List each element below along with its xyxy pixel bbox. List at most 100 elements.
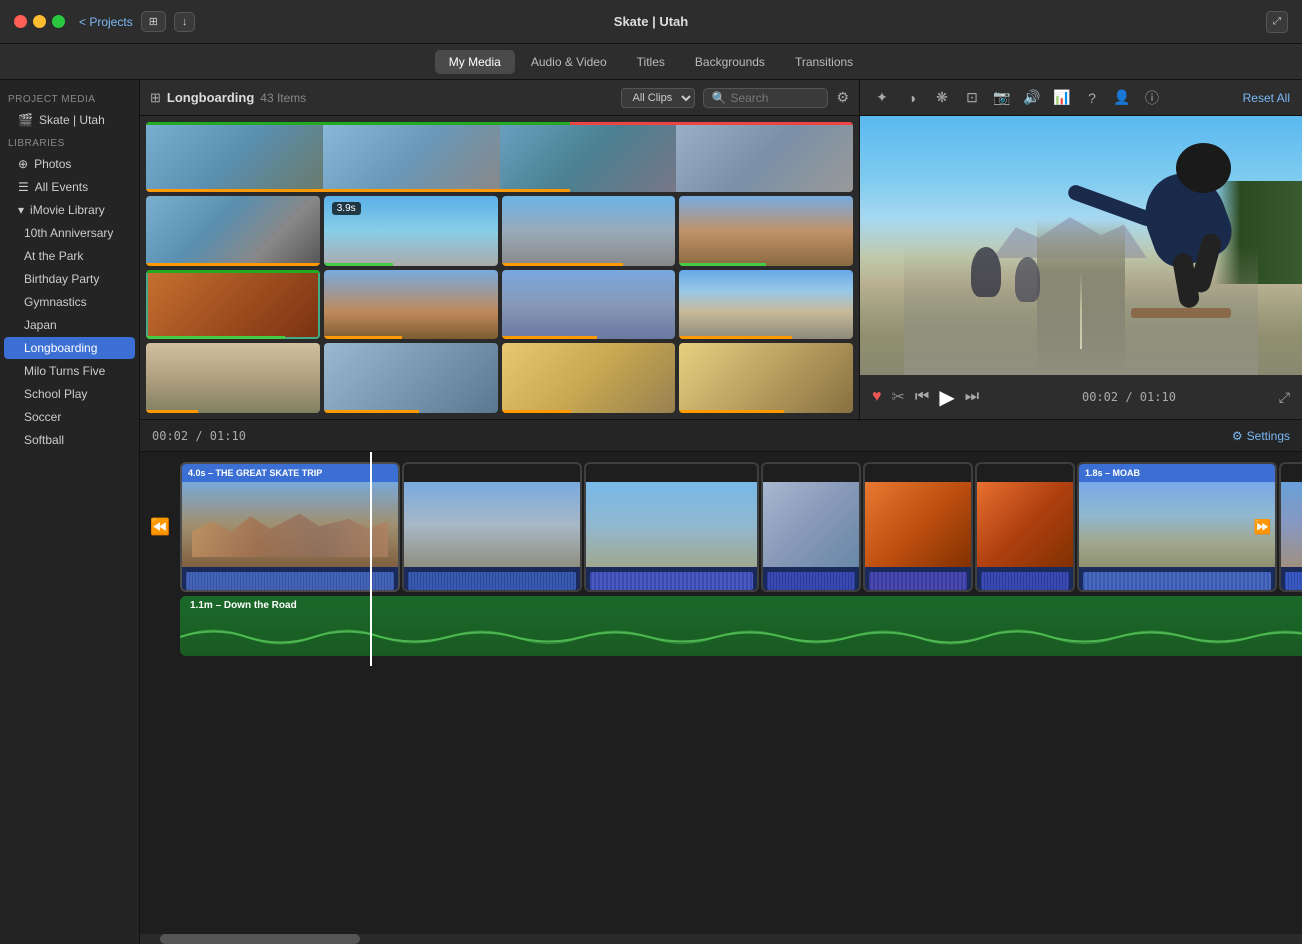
grid-view-icon[interactable]: ⊞: [150, 90, 161, 106]
gear-icon[interactable]: ⚙: [836, 89, 849, 106]
reset-all-button[interactable]: Reset All: [1243, 91, 1290, 105]
search-box: 🔍: [703, 88, 828, 108]
enter-fullscreen-button[interactable]: ⤢: [1266, 11, 1288, 33]
media-thumb-10[interactable]: [146, 343, 320, 413]
camera-icon[interactable]: 📷: [992, 89, 1012, 106]
sidebar-item-soccer[interactable]: Soccer: [4, 406, 135, 428]
storyboard-button[interactable]: ⊞: [141, 11, 166, 32]
sidebar-item-school-play[interactable]: School Play: [4, 383, 135, 405]
all-events-icon: ☰: [18, 180, 29, 194]
back-button[interactable]: < Projects: [79, 15, 133, 29]
sidebar-item-longboarding[interactable]: Longboarding: [4, 337, 135, 359]
audio-clip-main[interactable]: 1.1m – Down the Road: [180, 596, 1302, 656]
media-thumb-13[interactable]: [679, 343, 853, 413]
track-scroll-right-button[interactable]: ⏩: [1254, 519, 1271, 536]
sidebar-item-softball[interactable]: Softball: [4, 429, 135, 451]
film-icon: 🎬: [18, 113, 33, 127]
volume-icon[interactable]: 🔊: [1022, 89, 1042, 106]
tab-backgrounds[interactable]: Backgrounds: [681, 50, 779, 74]
timeline-area: 00:02 / 01:10 ⚙ Settings ⏪: [140, 420, 1302, 944]
sidebar-item-birthday-party[interactable]: Birthday Party: [4, 268, 135, 290]
sidebar-item-milo-turns-five[interactable]: Milo Turns Five: [4, 360, 135, 382]
clip-3-skater[interactable]: [584, 462, 759, 592]
browser-panel: ⊞ Longboarding 43 Items All Clips 🔍 ⚙: [140, 80, 1302, 420]
download-button[interactable]: ↓: [174, 12, 196, 32]
tab-audio-video[interactable]: Audio & Video: [517, 50, 621, 74]
skip-back-button[interactable]: ⏮: [915, 388, 929, 406]
fullscreen-button[interactable]: [52, 15, 65, 28]
timeline-settings-button[interactable]: ⚙ Settings: [1232, 429, 1290, 443]
preview-controls: ♥ ✂ ⏮ ▶ ⏭ 00:02 / 01:10 ⤢: [860, 375, 1302, 419]
photos-icon: ⊕: [18, 157, 28, 171]
media-thumb-4[interactable]: [502, 196, 676, 266]
project-media-label: PROJECT MEDIA: [0, 88, 139, 108]
reject-button[interactable]: ✂: [892, 387, 905, 407]
browser-toolbar: ⊞ Longboarding 43 Items All Clips 🔍 ⚙: [140, 80, 859, 116]
question-icon[interactable]: ?: [1082, 90, 1102, 106]
close-button[interactable]: [14, 15, 27, 28]
clip-1-monument[interactable]: 4.0s – THE GREAT SKATE TRIP: [180, 462, 400, 592]
sidebar-item-photos[interactable]: ⊕ Photos: [4, 153, 135, 175]
clips-filter-select[interactable]: All Clips: [621, 88, 695, 108]
media-thumb-6[interactable]: [146, 270, 320, 340]
tab-titles[interactable]: Titles: [623, 50, 679, 74]
clip-7-title: 1.8s – MOAB: [1079, 464, 1275, 482]
media-thumb-5[interactable]: [679, 196, 853, 266]
timeline-scrollbar[interactable]: [140, 934, 1302, 944]
media-grid: 3.9s: [140, 116, 859, 419]
timeline-tracks: ⏪ 4.0s – THE GREAT SKATE TRIP: [140, 452, 1302, 666]
sidebar-item-japan[interactable]: Japan: [4, 314, 135, 336]
clip-8-partial[interactable]: [1279, 462, 1302, 592]
clip-7-moab[interactable]: 1.8s – MOAB ⏩: [1077, 462, 1277, 592]
media-thumb-7[interactable]: [324, 270, 498, 340]
info-icon[interactable]: ⓘ: [1142, 88, 1162, 108]
track-scroll-left-button[interactable]: ⏪: [150, 517, 170, 537]
timeline-scroll[interactable]: ⏪ 4.0s – THE GREAT SKATE TRIP: [140, 452, 1302, 934]
sidebar-japan-label: Japan: [24, 318, 57, 332]
sidebar: PROJECT MEDIA 🎬 Skate | Utah LIBRARIES ⊕…: [0, 80, 140, 944]
media-thumb-2[interactable]: [146, 196, 320, 266]
skip-forward-button[interactable]: ⏭: [965, 388, 979, 406]
media-thumb-11[interactable]: [324, 343, 498, 413]
sidebar-item-imovie-library[interactable]: ▾ iMovie Library: [4, 199, 135, 221]
sidebar-softball-label: Softball: [24, 433, 64, 447]
libraries-label: LIBRARIES: [0, 132, 139, 152]
media-thumb-12[interactable]: [502, 343, 676, 413]
clip-6-orange[interactable]: [975, 462, 1075, 592]
sidebar-item-10th-anniversary[interactable]: 10th Anniversary: [4, 222, 135, 244]
play-button[interactable]: ▶: [939, 385, 954, 410]
media-thumb-3[interactable]: 3.9s: [324, 196, 498, 266]
library-arrow-icon: ▾: [18, 203, 24, 217]
preview-video: [860, 116, 1302, 375]
sidebar-imovie-library-label: iMovie Library: [30, 203, 105, 217]
video-track: ⏪ 4.0s – THE GREAT SKATE TRIP: [180, 462, 1302, 592]
preview-fullscreen-button[interactable]: ⤢: [1279, 389, 1290, 406]
saturation-icon[interactable]: ❋: [932, 89, 952, 106]
minimize-button[interactable]: [33, 15, 46, 28]
sidebar-item-project[interactable]: 🎬 Skate | Utah: [4, 109, 135, 131]
browser-title: Longboarding: [167, 90, 254, 105]
sidebar-item-at-the-park[interactable]: At the Park: [4, 245, 135, 267]
tab-my-media[interactable]: My Media: [435, 50, 515, 74]
browser-toolbar-right: All Clips 🔍 ⚙: [621, 88, 849, 108]
media-thumb-9[interactable]: [679, 270, 853, 340]
search-icon: 🔍: [711, 91, 726, 105]
color-wheel-icon[interactable]: ◑: [902, 90, 922, 106]
clip-4-mirror[interactable]: [761, 462, 861, 592]
sidebar-item-all-events[interactable]: ☰ All Events: [4, 176, 135, 198]
timeline-scrollbar-thumb[interactable]: [160, 934, 360, 944]
chart-icon[interactable]: 📊: [1052, 89, 1072, 106]
favorite-button[interactable]: ♥: [872, 388, 882, 406]
audio-track: 1.1m – Down the Road: [180, 596, 1302, 656]
sidebar-item-gymnastics[interactable]: Gymnastics: [4, 291, 135, 313]
tab-transitions[interactable]: Transitions: [781, 50, 867, 74]
magic-wand-icon[interactable]: ✦: [872, 89, 892, 106]
media-thumb-1[interactable]: [146, 122, 853, 192]
clip-2-road[interactable]: [402, 462, 582, 592]
clip-5-wheel[interactable]: [863, 462, 973, 592]
person-icon[interactable]: 👤: [1112, 89, 1132, 106]
crop-icon[interactable]: ⊡: [962, 89, 982, 106]
search-input[interactable]: [730, 91, 820, 105]
media-thumb-8[interactable]: [502, 270, 676, 340]
timeline-toolbar: 00:02 / 01:10 ⚙ Settings: [140, 420, 1302, 452]
